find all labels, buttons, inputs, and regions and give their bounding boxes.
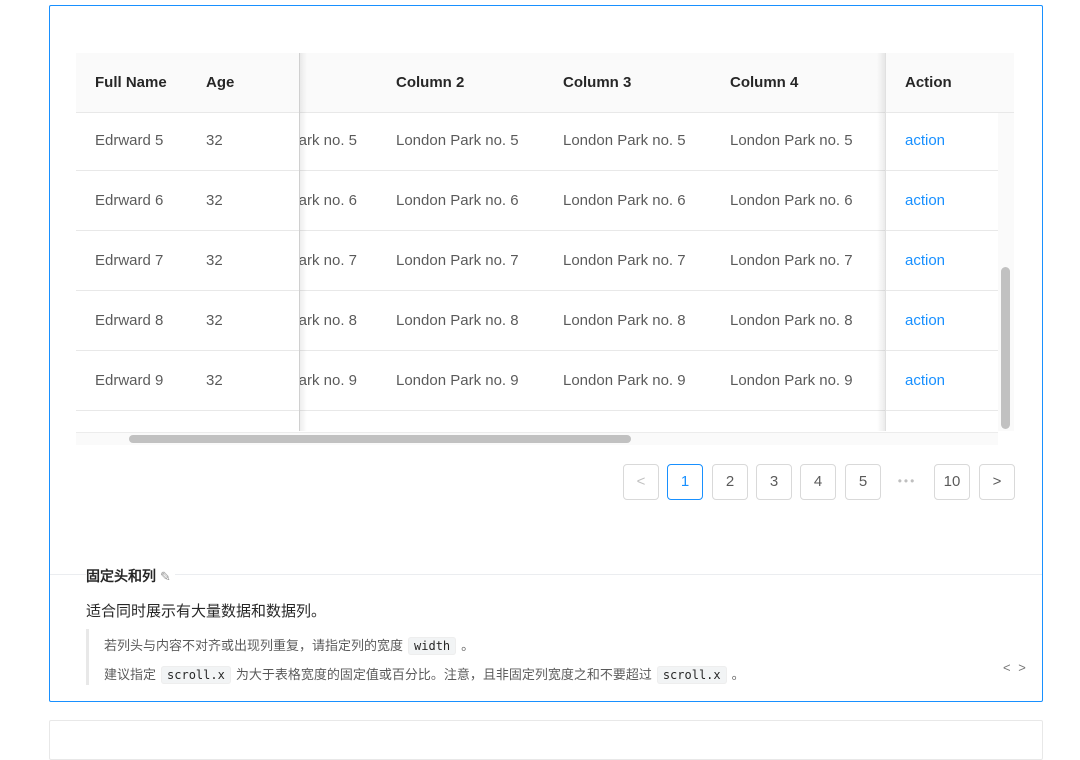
next-page-button[interactable]: > xyxy=(979,464,1015,500)
action-link[interactable]: action xyxy=(905,171,945,231)
cell-column-4: London Park no. 5 xyxy=(730,132,853,149)
cell-age: 32 xyxy=(206,192,223,209)
demo-notes: 若列头与内容不对齐或出现列重复，请指定列的宽度 width 。 建议指定 scroll… xyxy=(86,629,786,685)
fixed-left-shadow xyxy=(299,53,307,431)
cell-column-4: London Park no. 8 xyxy=(730,312,853,329)
inline-code: scroll.x xyxy=(161,666,231,684)
action-link[interactable]: action xyxy=(905,291,945,351)
cell-column-2: London Park no. 8 xyxy=(396,312,519,329)
demo-card: Full Name Age Column 2 Column 3 Column 4… xyxy=(49,5,1043,702)
table-body: Edrward 5 32 London Park no. 5 London Pa… xyxy=(76,113,1014,431)
page-4-button[interactable]: 4 xyxy=(800,464,836,500)
cell-full-name: Edrward 5 xyxy=(95,132,164,149)
page-2-button[interactable]: 2 xyxy=(712,464,748,500)
header-column-2[interactable]: Column 2 xyxy=(396,53,464,113)
action-link[interactable]: action xyxy=(905,231,945,291)
demo-description: 适合同时展示有大量数据和数据列。 xyxy=(86,603,327,620)
fixed-right-divider xyxy=(885,53,886,431)
cell-age: 32 xyxy=(206,252,223,269)
note-line-2: 建议指定 scroll.x 为大于表格宽度的固定值或百分比。注意，且非固定列宽度之和… xyxy=(104,664,745,684)
inline-code: scroll.x xyxy=(656,666,727,684)
next-demo-card xyxy=(49,720,1043,760)
cell-column-2: London Park no. 6 xyxy=(396,192,519,209)
cell-column-1: London Park no. 8 xyxy=(300,312,357,329)
action-link[interactable]: action xyxy=(905,113,945,171)
prev-page-button[interactable]: < xyxy=(623,464,659,500)
page-1-button[interactable]: 1 xyxy=(667,464,703,500)
cell-age: 32 xyxy=(206,312,223,329)
cell-full-name: Edrward 8 xyxy=(95,312,164,329)
header-column-3[interactable]: Column 3 xyxy=(563,53,631,113)
cell-column-4: London Park no. 9 xyxy=(730,372,853,389)
page-10-button[interactable]: 10 xyxy=(934,464,970,500)
page-5-button[interactable]: 5 xyxy=(845,464,881,500)
demo-title[interactable]: 固定头和列 ✎ xyxy=(86,566,175,586)
inline-code: width xyxy=(408,637,457,655)
table-row: Edrward 9 32 London Park no. 9 London Pa… xyxy=(76,351,998,411)
table-row: Edrward 8 32 London Park no. 8 London Pa… xyxy=(76,291,998,351)
edit-icon[interactable]: ✎ xyxy=(160,569,171,585)
note-text: 。 xyxy=(731,667,745,682)
cell-column-4: London Park no. 7 xyxy=(730,252,853,269)
vertical-scrollbar-thumb[interactable] xyxy=(1001,267,1010,429)
fixed-right-shadow xyxy=(877,53,885,431)
data-table: Full Name Age Column 2 Column 3 Column 4… xyxy=(76,53,1014,445)
cell-full-name: Edrward 9 xyxy=(95,372,164,389)
header-age[interactable]: Age xyxy=(206,53,234,113)
note-text: 。 xyxy=(461,638,475,653)
header-column-4[interactable]: Column 4 xyxy=(730,53,798,113)
cell-column-1: London Park no. 7 xyxy=(300,252,357,269)
action-link[interactable]: action xyxy=(905,351,945,411)
cell-column-3: London Park no. 8 xyxy=(563,312,686,329)
note-text: 为大于表格宽度的固定值或百分比。注意，且非固定列宽度之和不要超过 xyxy=(235,667,652,682)
table-row: Edrward 6 32 London Park no. 6 London Pa… xyxy=(76,171,998,231)
table-row: Edrward 5 32 London Park no. 5 London Pa… xyxy=(76,113,998,171)
cell-age: 32 xyxy=(206,132,223,149)
cell-column-4: London Park no. 6 xyxy=(730,192,853,209)
cell-column-3: London Park no. 5 xyxy=(563,132,686,149)
cell-column-1: London Park no. 9 xyxy=(300,372,357,389)
note-line-1: 若列头与内容不对齐或出现列重复，请指定列的宽度 width 。 xyxy=(104,635,475,655)
cell-full-name: Edrward 7 xyxy=(95,252,164,269)
header-action[interactable]: Action xyxy=(905,53,952,113)
note-text: 建议指定 xyxy=(104,667,157,682)
pagination-ellipsis[interactable]: ••• xyxy=(889,464,925,500)
demo-title-text: 固定头和列 xyxy=(86,568,156,584)
cell-column-3: London Park no. 9 xyxy=(563,372,686,389)
cell-column-2: London Park no. 9 xyxy=(396,372,519,389)
page-3-button[interactable]: 3 xyxy=(756,464,792,500)
header-full-name[interactable]: Full Name xyxy=(95,53,167,113)
cell-column-1: London Park no. 6 xyxy=(300,192,357,209)
meta-divider xyxy=(50,574,1042,575)
cell-column-2: London Park no. 7 xyxy=(396,252,519,269)
note-text: 若列头与内容不对齐或出现列重复，请指定列的宽度 xyxy=(104,638,404,653)
cell-full-name: Edrward 6 xyxy=(95,192,164,209)
horizontal-scrollbar-thumb[interactable] xyxy=(129,435,631,443)
cell-column-1: London Park no. 5 xyxy=(300,132,357,149)
table-header: Full Name Age Column 2 Column 3 Column 4… xyxy=(76,53,1014,113)
table-row: Edrward 7 32 London Park no. 7 London Pa… xyxy=(76,231,998,291)
cell-column-2: London Park no. 5 xyxy=(396,132,519,149)
cell-column-3: London Park no. 7 xyxy=(563,252,686,269)
code-expand-icon[interactable]: < > xyxy=(1003,660,1028,675)
cell-column-3: London Park no. 6 xyxy=(563,192,686,209)
cell-age: 32 xyxy=(206,372,223,389)
